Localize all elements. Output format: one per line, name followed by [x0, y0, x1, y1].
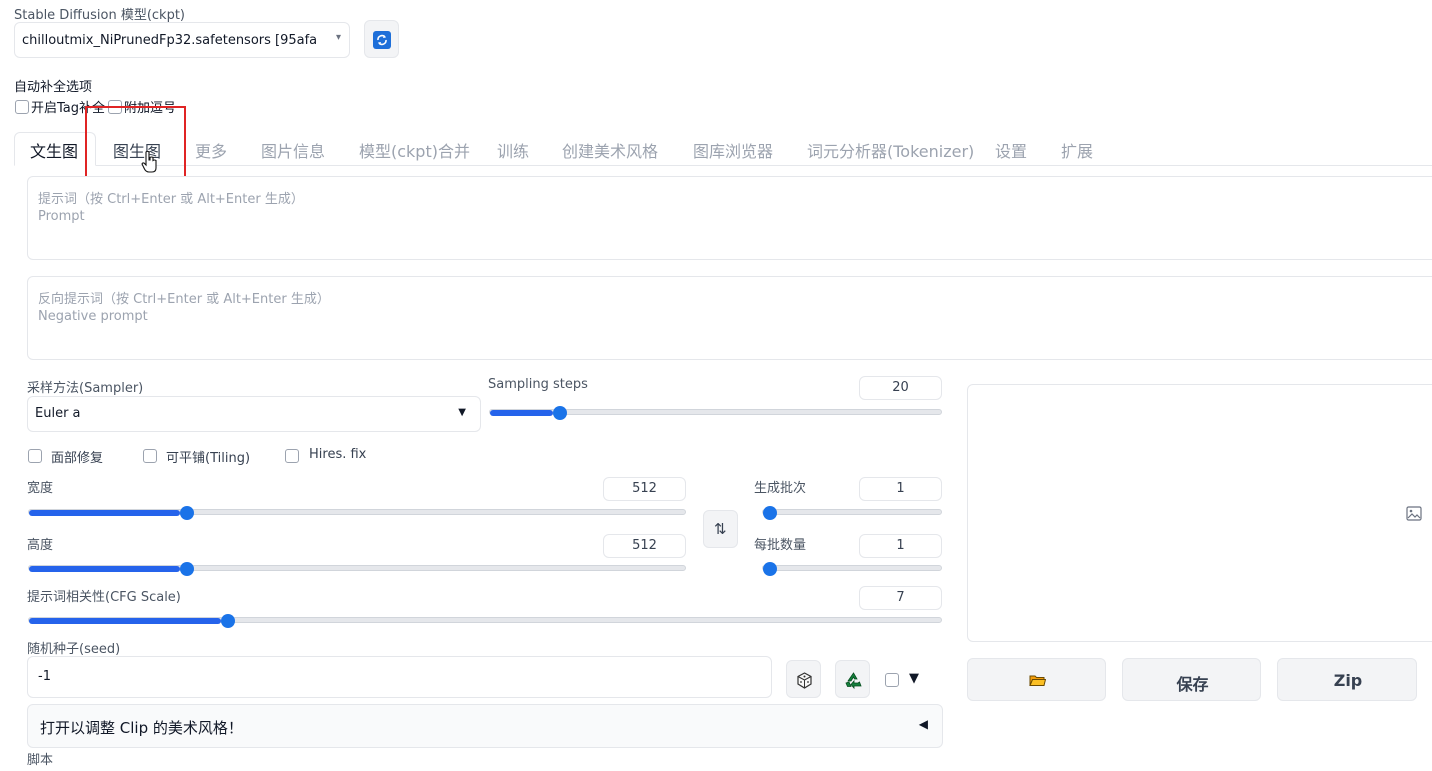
face-restore-label: 面部修复 [51, 451, 104, 466]
autocomplete-title: 自动补全选项 [14, 80, 93, 95]
width-number-input[interactable]: 512 [603, 477, 686, 501]
batch-size-number-input[interactable]: 1 [859, 534, 942, 558]
collapse-triangle-icon: ◀ [918, 717, 928, 731]
tab-train[interactable]: 训练 [497, 138, 529, 162]
steps-slider-thumb[interactable] [553, 406, 568, 420]
batch-count-label: 生成批次 [754, 481, 807, 496]
hand-cursor-icon [141, 150, 157, 173]
tab-create-style[interactable]: 创建美术风格 [562, 138, 658, 162]
script-label: 脚本 [27, 753, 54, 768]
face-restore-checkbox[interactable] [28, 449, 42, 463]
height-slider-fill [29, 566, 180, 572]
tag-autocomplete-checkbox[interactable] [15, 100, 29, 114]
height-number-input[interactable]: 512 [603, 534, 686, 558]
tab-extensions[interactable]: 扩展 [1061, 138, 1093, 162]
chevron-down-icon: ▾ [335, 32, 341, 43]
reuse-seed-button[interactable] [835, 660, 870, 698]
height-label: 高度 [27, 538, 54, 553]
seed-input[interactable]: -1 [27, 656, 772, 698]
model-select-value: chilloutmix_NiPrunedFp32.safetensors [95… [22, 33, 317, 48]
style-accordion[interactable]: 打开以调整 Clip 的美术风格！ ◀ [27, 704, 943, 748]
steps-label: Sampling steps [488, 377, 588, 392]
negative-placeholder-en: Negative prompt [38, 309, 148, 324]
prompt-placeholder-en: Prompt [38, 209, 85, 224]
model-label: Stable Diffusion 模型(ckpt) [14, 8, 186, 23]
width-slider[interactable] [28, 506, 686, 520]
negative-placeholder-cn: 反向提示词（按 Ctrl+Enter 或 Alt+Enter 生成） [38, 292, 330, 307]
batch-size-label: 每批数量 [754, 538, 807, 553]
cfg-number-input[interactable]: 7 [859, 586, 942, 610]
style-accordion-label: 打开以调整 Clip 的美术风格！ [40, 719, 243, 737]
refresh-icon [373, 31, 391, 49]
batch-count-number-input[interactable]: 1 [859, 477, 942, 501]
zip-button[interactable]: Zip [1277, 658, 1417, 701]
extra-seed-toggle-icon[interactable]: ▼ [909, 671, 919, 686]
height-slider[interactable] [28, 562, 686, 576]
batch-count-slider-thumb[interactable] [763, 506, 777, 520]
dice-icon [797, 672, 812, 689]
width-slider-fill [29, 510, 180, 516]
model-select[interactable]: chilloutmix_NiPrunedFp32.safetensors [95… [14, 22, 350, 58]
width-label: 宽度 [27, 481, 54, 496]
tab-image-browser[interactable]: 图库浏览器 [693, 138, 773, 162]
tab-extras[interactable]: 更多 [195, 138, 227, 162]
tiling-label: 可平铺(Tiling) [166, 451, 251, 466]
extra-seed-checkbox[interactable] [885, 673, 899, 687]
batch-size-slider-thumb[interactable] [763, 562, 777, 576]
cfg-slider-thumb[interactable] [220, 614, 235, 628]
batch-size-slider[interactable] [762, 562, 942, 576]
prompt-placeholder-cn: 提示词（按 Ctrl+Enter 或 Alt+Enter 生成） [38, 192, 304, 207]
tab-tokenizer[interactable]: 词元分析器(Tokenizer) [807, 138, 974, 162]
steps-slider-fill [490, 410, 554, 416]
dropdown-arrow-icon: ▼ [458, 407, 466, 418]
tab-txt2img[interactable]: 文生图 [30, 138, 78, 162]
save-button-label: 保存 [1176, 675, 1209, 694]
seed-value: -1 [38, 669, 51, 684]
seed-label: 随机种子(seed) [27, 642, 121, 657]
folder-icon [1029, 675, 1046, 686]
refresh-models-button[interactable] [364, 20, 399, 58]
prompt-input[interactable]: 提示词（按 Ctrl+Enter 或 Alt+Enter 生成） Prompt [27, 176, 1432, 260]
cfg-slider-fill [29, 618, 221, 624]
steps-number-input[interactable]: 20 [859, 376, 942, 400]
image-placeholder-icon [1406, 506, 1422, 521]
hires-fix-label: Hires. fix [309, 447, 367, 462]
random-seed-button[interactable] [786, 660, 821, 698]
zip-button-label: Zip [1333, 671, 1363, 690]
negative-prompt-input[interactable]: 反向提示词（按 Ctrl+Enter 或 Alt+Enter 生成） Negat… [27, 276, 1432, 360]
sampler-label: 采样方法(Sampler) [27, 381, 144, 396]
steps-slider[interactable] [489, 406, 942, 420]
open-folder-button[interactable] [967, 658, 1106, 701]
tab-png-info[interactable]: 图片信息 [261, 138, 325, 162]
save-button[interactable]: 保存 [1122, 658, 1261, 701]
tab-underline [96, 165, 1432, 166]
output-gallery [967, 384, 1432, 642]
batch-count-slider[interactable] [762, 506, 942, 520]
swap-arrows-icon: ⇅ [714, 520, 727, 538]
cfg-slider[interactable] [28, 614, 942, 628]
highlight-box [85, 106, 186, 184]
swap-dimensions-button[interactable]: ⇅ [703, 510, 738, 548]
cfg-label: 提示词相关性(CFG Scale) [27, 590, 181, 605]
sampler-select[interactable]: Euler a ▼ [27, 396, 481, 432]
tab-settings[interactable]: 设置 [995, 138, 1027, 162]
height-slider-thumb[interactable] [179, 562, 194, 576]
tiling-checkbox[interactable] [143, 449, 157, 463]
tab-checkpoint-merger[interactable]: 模型(ckpt)合并 [359, 138, 470, 162]
hires-fix-checkbox[interactable] [285, 449, 299, 463]
recycle-icon [845, 672, 862, 690]
sampler-value: Euler a [35, 406, 81, 421]
width-slider-thumb[interactable] [179, 506, 194, 520]
